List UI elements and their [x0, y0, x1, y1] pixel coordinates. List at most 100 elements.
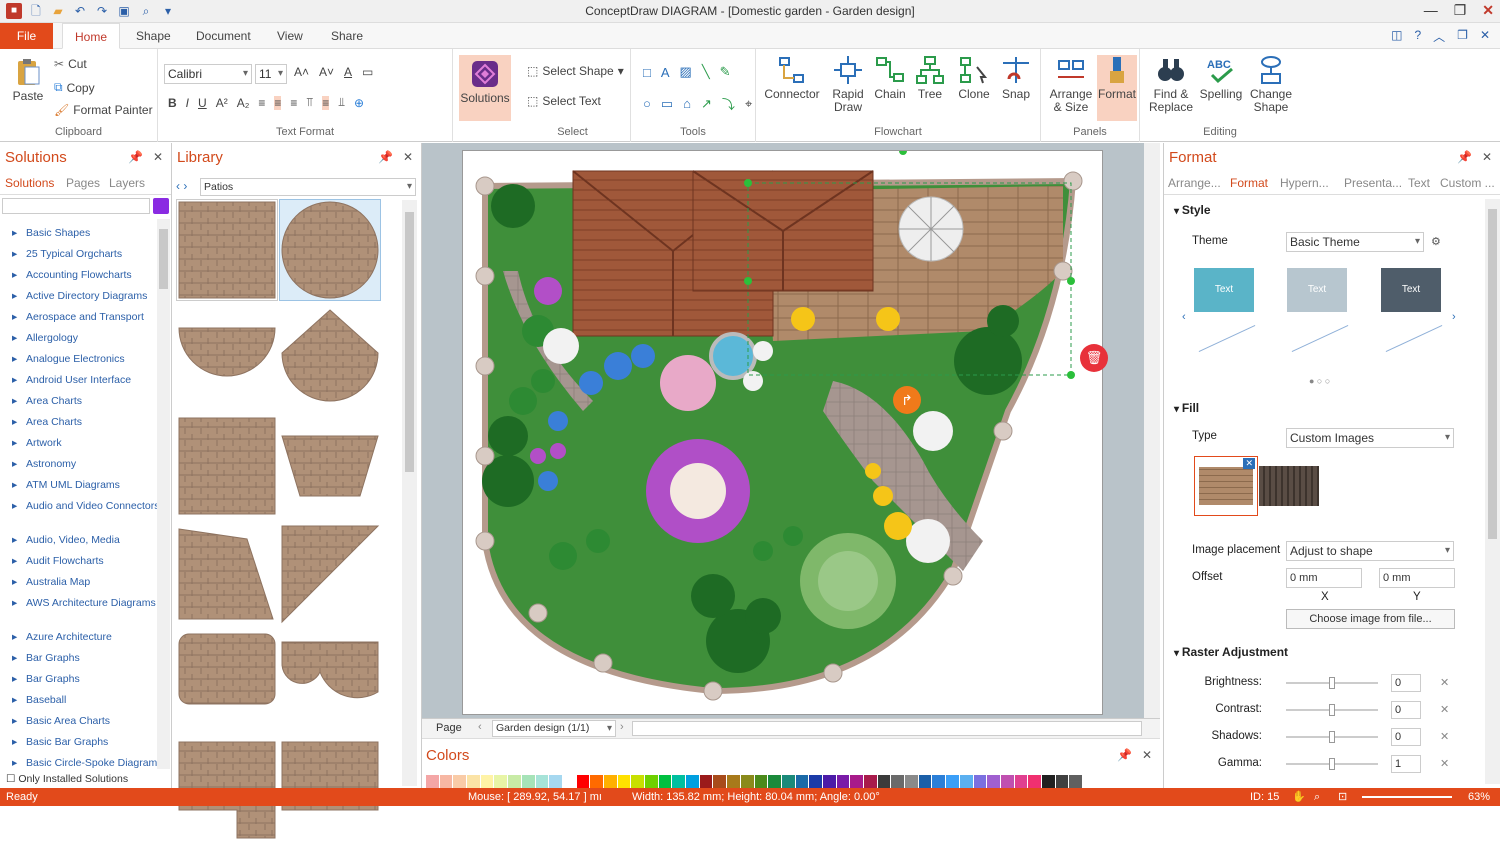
select-text-button[interactable]: ⬚ Select Text	[527, 94, 601, 108]
color-swatch[interactable]	[508, 775, 522, 789]
theme-line-preview[interactable]	[1291, 324, 1349, 353]
solution-item[interactable]: Artwork	[0, 433, 155, 454]
solutions-search-input[interactable]	[2, 198, 150, 214]
drawing-page[interactable]	[462, 147, 1104, 716]
pin-icon[interactable]: 📌	[378, 150, 393, 164]
theme-preview[interactable]: Text	[1194, 268, 1254, 312]
fill-section[interactable]: Fill	[1174, 401, 1199, 415]
color-swatch[interactable]	[973, 775, 988, 789]
solution-item[interactable]: Area Charts	[0, 391, 155, 412]
theme-line-preview[interactable]	[1385, 324, 1443, 353]
solution-item[interactable]: Audio and Video Connectors	[0, 496, 160, 530]
solution-item[interactable]: 25 Typical Orgcharts	[0, 244, 155, 265]
color-swatch[interactable]	[740, 775, 755, 789]
hand-icon[interactable]: ✋	[1292, 788, 1306, 806]
cut-button[interactable]: ✂ Cut	[54, 57, 87, 71]
maximize-icon[interactable]: ❐	[1454, 2, 1467, 19]
format-tab[interactable]: Presenta...	[1344, 176, 1402, 190]
library-patio-shape[interactable]	[279, 199, 381, 301]
text-tool-icon[interactable]: A	[661, 65, 670, 80]
color-swatch[interactable]	[562, 775, 577, 789]
tab-document[interactable]: Document	[184, 23, 263, 49]
zoom-fit-icon[interactable]: ⊡	[1338, 788, 1347, 806]
subscript-icon[interactable]: A₂	[237, 96, 250, 110]
solution-item[interactable]: ATM UML Diagrams	[0, 475, 155, 496]
shrink-font-icon[interactable]: A˅	[319, 65, 334, 79]
italic-icon[interactable]: I	[186, 96, 189, 110]
canvas-vscroll[interactable]	[1144, 143, 1160, 718]
color-swatch[interactable]	[672, 775, 687, 789]
paste-button[interactable]: Paste	[8, 57, 48, 103]
choose-image-button[interactable]: Choose image from file...	[1286, 609, 1455, 629]
color-swatch[interactable]	[959, 775, 974, 789]
color-swatch[interactable]	[795, 775, 810, 789]
image-placement-select[interactable]: Adjust to shape	[1286, 541, 1454, 561]
solution-item[interactable]: Bar Graphs	[0, 669, 155, 690]
color-swatch[interactable]	[809, 775, 823, 789]
color-swatch[interactable]	[754, 775, 769, 789]
color-swatch[interactable]	[549, 775, 563, 789]
theme-page-dots[interactable]: ● ○ ○	[1309, 376, 1330, 386]
garden-plan[interactable]	[463, 147, 1104, 716]
solution-item[interactable]: Bar Graphs	[0, 648, 155, 669]
library-patio-shape[interactable]	[280, 632, 380, 732]
color-swatch[interactable]	[1014, 775, 1029, 789]
solution-item[interactable]: Azure Architecture	[0, 627, 155, 648]
color-swatch[interactable]	[453, 775, 468, 789]
color-swatch[interactable]	[535, 775, 550, 789]
library-patio-shape[interactable]	[176, 199, 278, 301]
zoom-tool-icon[interactable]: ⌕	[1314, 788, 1320, 806]
library-nav-icon[interactable]: ‹ ›	[176, 179, 187, 193]
rectangle-tool-icon[interactable]: □	[643, 65, 651, 80]
change-shape-button[interactable]: Change Shape	[1246, 55, 1296, 114]
zoom-slider[interactable]	[1362, 796, 1452, 798]
pen-tool-icon[interactable]: ✎	[720, 64, 731, 80]
color-swatch[interactable]	[836, 775, 851, 789]
font-select[interactable]: Calibri	[164, 64, 252, 84]
color-swatch[interactable]	[1041, 775, 1056, 789]
panel-close-icon[interactable]: ✕	[403, 150, 413, 164]
text-direction-icon[interactable]: ⊕	[354, 96, 364, 110]
tab-layers[interactable]: Layers	[109, 176, 145, 190]
color-swatch[interactable]	[932, 775, 947, 789]
close-icon[interactable]: ✕	[1482, 2, 1494, 19]
format-tab[interactable]: Arrange...	[1168, 176, 1221, 190]
format-tab[interactable]: Hypern...	[1280, 176, 1329, 190]
restore-icon[interactable]: ❐	[1457, 28, 1468, 45]
panel-close-icon[interactable]: ✕	[1142, 748, 1152, 762]
library-patio-shape[interactable]	[280, 308, 380, 408]
color-swatch[interactable]	[426, 775, 440, 789]
minimize-icon[interactable]: —	[1424, 2, 1438, 19]
theme-select[interactable]: Basic Theme	[1286, 232, 1424, 252]
solution-item[interactable]: Aerospace and Transport	[0, 307, 155, 328]
color-swatch[interactable]	[617, 775, 632, 789]
color-swatch[interactable]	[713, 775, 728, 789]
pin-icon[interactable]: 📌	[1117, 748, 1132, 762]
color-swatch[interactable]	[1055, 775, 1070, 789]
color-swatch[interactable]	[891, 775, 906, 789]
solution-item[interactable]: Allergology	[0, 328, 155, 349]
ellipse-tool-icon[interactable]: ○	[643, 96, 651, 111]
color-swatch[interactable]	[946, 775, 960, 789]
solution-item[interactable]: AWS Architecture Diagrams	[0, 593, 156, 627]
image-tool-icon[interactable]: ▨	[680, 64, 692, 80]
fill-image-dark[interactable]	[1259, 466, 1319, 506]
highlight-icon[interactable]: ▭	[362, 65, 373, 79]
format-painter-button[interactable]: 🖌 Format Painter	[54, 103, 153, 117]
color-swatch[interactable]	[768, 775, 782, 789]
color-swatch[interactable]	[1000, 775, 1015, 789]
tab-pages[interactable]: Pages	[66, 176, 100, 190]
panel-close-icon[interactable]: ✕	[153, 150, 163, 164]
solutions-button[interactable]: Solutions	[459, 55, 511, 121]
rapid-draw-button[interactable]: Rapid Draw	[826, 55, 870, 114]
tab-solutions[interactable]: Solutions	[5, 176, 54, 190]
collapse-ribbon-icon[interactable]: ︿	[1433, 28, 1445, 45]
solution-item[interactable]: Basic Shapes	[0, 223, 155, 244]
color-swatch[interactable]	[603, 775, 618, 789]
tab-view[interactable]: View	[265, 23, 315, 49]
help-icon[interactable]: ?	[1414, 28, 1421, 45]
raster-slider[interactable]	[1286, 758, 1378, 770]
solution-item[interactable]: Audit Flowcharts	[0, 551, 155, 572]
pin-icon[interactable]: 📌	[128, 150, 143, 164]
tab-shape[interactable]: Shape	[124, 23, 183, 49]
